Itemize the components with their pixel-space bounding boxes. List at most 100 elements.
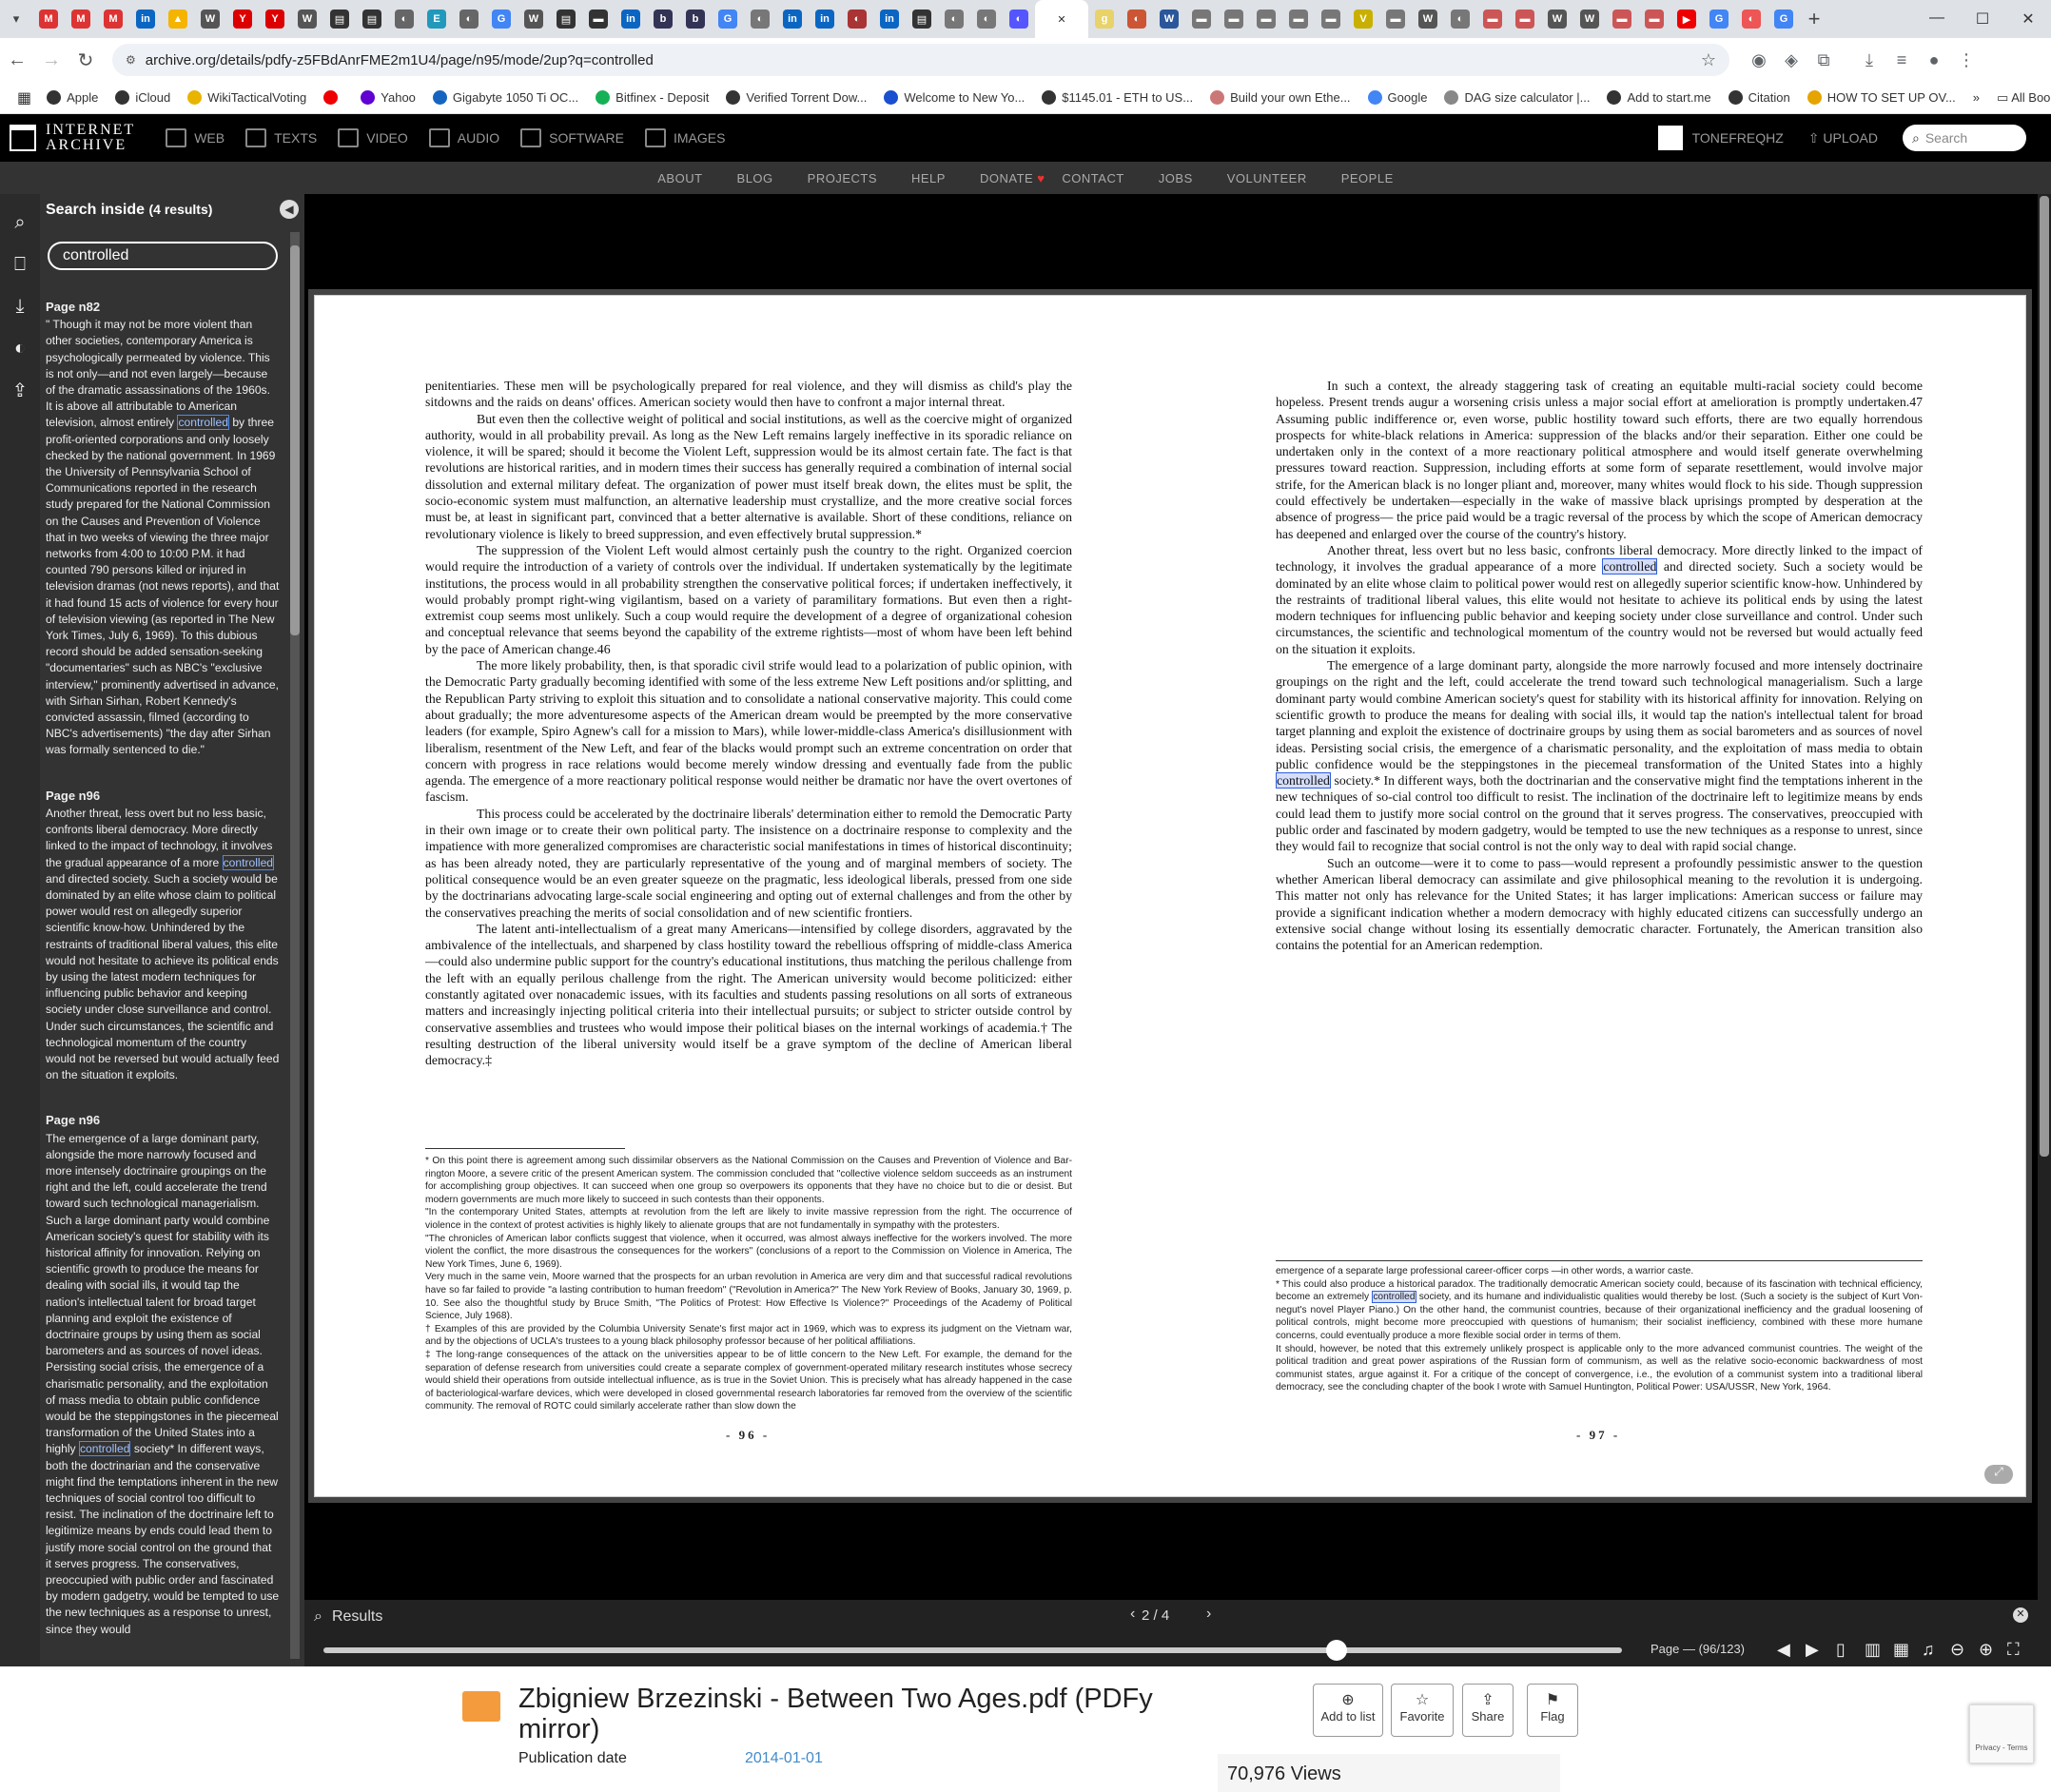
apps-grid-icon[interactable]: ▦ [17,88,31,107]
download-icon[interactable]: ⤓ [0,285,40,327]
tab-item[interactable]: ▬ [1379,0,1412,38]
ia-search-input[interactable]: ⌕ Search [1903,125,2026,151]
bookmark-item[interactable]: Yahoo [361,90,416,105]
tab-item[interactable]: in [776,0,809,38]
tab-item[interactable]: ▬ [1185,0,1218,38]
zoom-out-icon[interactable]: ⊖ [1950,1640,1964,1660]
bookmark-item[interactable]: Build your own Ethe... [1210,90,1351,105]
read-aloud-icon[interactable]: ♫ [1922,1640,1935,1660]
tab-item[interactable]: ◐ [1444,0,1476,38]
tab-item[interactable]: ▲ [162,0,194,38]
tab-item[interactable]: b [679,0,712,38]
search-hit-highlight[interactable]: controlled [1372,1291,1416,1304]
recaptcha-badge[interactable]: Privacy - Terms [1969,1704,2034,1763]
bookmark-item[interactable]: Bitfinex - Deposit [596,90,709,105]
tab-item[interactable]: ▬ [1638,0,1670,38]
tab-item[interactable]: G [485,0,518,38]
bookmark-item[interactable]: Apple [47,90,98,105]
tab-item[interactable]: ▬ [1282,0,1315,38]
close-window-button[interactable]: ✕ [2005,10,2051,29]
subnav-about[interactable]: ABOUT [657,171,702,185]
profile-avatar[interactable]: ● [1918,50,1950,70]
bookmark-item[interactable] [323,90,343,105]
minimize-button[interactable]: — [1914,10,1960,29]
next-result-icon[interactable]: › [1206,1606,1211,1623]
search-hit-highlight[interactable]: controlled [1602,558,1658,575]
upload-button[interactable]: ⇧ UPLOAD [1808,130,1878,146]
tab-item[interactable]: g [1088,0,1121,38]
bookmark-item[interactable]: Verified Torrent Dow... [726,90,867,105]
two-page-view-icon[interactable]: ▥ [1865,1640,1881,1660]
back-button[interactable]: ← [0,49,34,71]
tab-item[interactable]: ▤ [550,0,582,38]
forward-button[interactable]: → [34,49,68,71]
tab-item[interactable]: ◐ [388,0,420,38]
tab-item[interactable]: ▬ [1509,0,1541,38]
page-scrollbar[interactable] [2038,194,2051,1666]
tab-item[interactable]: W [1573,0,1606,38]
bookmark-item[interactable]: Gigabyte 1050 Ti OC... [432,90,578,105]
search-result[interactable]: Page n96 Another threat, less overt but n… [46,788,280,1084]
media-control-icon[interactable]: ≡ [1885,50,1918,70]
tab-item[interactable]: ◐ [841,0,873,38]
tab-item[interactable]: W [1412,0,1444,38]
media-nav-video[interactable]: VIDEO [338,128,408,147]
fullscreen-toggle-icon[interactable]: ⤢ [1984,1465,2013,1484]
tab-item[interactable]: ◐ [1121,0,1153,38]
tab-item[interactable]: ▬ [1218,0,1250,38]
results-scrollbar[interactable] [290,232,300,1659]
scrollbar-thumb[interactable] [290,245,300,635]
right-page[interactable]: In such a context, the already staggerin… [1276,378,1923,953]
search-hit-highlight[interactable]: controlled [1276,772,1331,789]
tab-item[interactable]: W [291,0,323,38]
tab-item[interactable]: ▬ [1315,0,1347,38]
tab-item[interactable]: in [809,0,841,38]
subnav-projects[interactable]: PROJECTS [808,171,877,185]
fullscreen-icon[interactable]: ⛶ [2007,1640,2020,1660]
tab-item[interactable]: ◐ [744,0,776,38]
tab-item[interactable]: ▤ [323,0,356,38]
tab-item[interactable]: M [65,0,97,38]
media-nav-audio[interactable]: AUDIO [428,128,499,147]
search-result[interactable]: Page n96 The emergence of a large dominan… [46,1112,280,1638]
share-button[interactable]: ⇪ Share [1462,1684,1514,1737]
tab-item[interactable]: M [32,0,65,38]
media-nav-software[interactable]: SOFTWARE [520,128,624,147]
new-tab-button[interactable]: + [1800,7,1828,31]
tab-active[interactable]: ✕ [1035,0,1088,38]
tab-item[interactable]: in [615,0,647,38]
favorite-button[interactable]: ☆ Favorite [1391,1684,1454,1737]
address-bar[interactable]: ⚙ archive.org/details/pdfy-z5FBdAnrFME2m… [112,44,1729,76]
tab-item[interactable]: Y [259,0,291,38]
subnav-volunteer[interactable]: VOLUNTEER [1227,171,1307,185]
tab-item[interactable]: ▬ [582,0,615,38]
media-nav-texts[interactable]: TEXTS [245,128,317,147]
bookmark-item[interactable]: Google [1367,90,1427,105]
tab-item[interactable]: ◐ [970,0,1003,38]
extension-icon-2[interactable]: ◈ [1775,50,1807,70]
tab-item[interactable]: in [129,0,162,38]
site-info-icon[interactable]: ⚙ [126,53,136,67]
contrast-icon[interactable]: ◐ [0,327,40,369]
subnav-people[interactable]: PEOPLE [1341,171,1394,185]
tab-item[interactable]: M [97,0,129,38]
tab-item[interactable]: b [647,0,679,38]
tab-item[interactable]: ▬ [1476,0,1509,38]
tab-item[interactable]: Y [226,0,259,38]
left-page[interactable]: penitentiaries. These men will be psycho… [425,378,1072,1068]
search-icon[interactable]: ⌕ [0,202,40,243]
bookmark-icon[interactable]: ⎕ [0,243,40,285]
tab-item[interactable]: ▬ [1606,0,1638,38]
bookmark-item[interactable]: $1145.01 - ETH to US... [1042,90,1193,105]
search-inside-input[interactable]: controlled [48,242,278,270]
tab-item[interactable]: ◐ [938,0,970,38]
close-tab-icon[interactable]: ✕ [1052,10,1071,29]
extension-icon[interactable]: ◉ [1743,50,1775,70]
tab-item[interactable]: ▶ [1670,0,1703,38]
bookmark-item[interactable]: DAG size calculator |... [1444,90,1590,105]
ia-logo[interactable]: INTERNET ARCHIVE [10,123,135,153]
tab-item[interactable]: E [420,0,453,38]
page-scrollbar-thumb[interactable] [2040,196,2049,1157]
tab-item[interactable]: ◐ [453,0,485,38]
tab-item[interactable]: W [518,0,550,38]
